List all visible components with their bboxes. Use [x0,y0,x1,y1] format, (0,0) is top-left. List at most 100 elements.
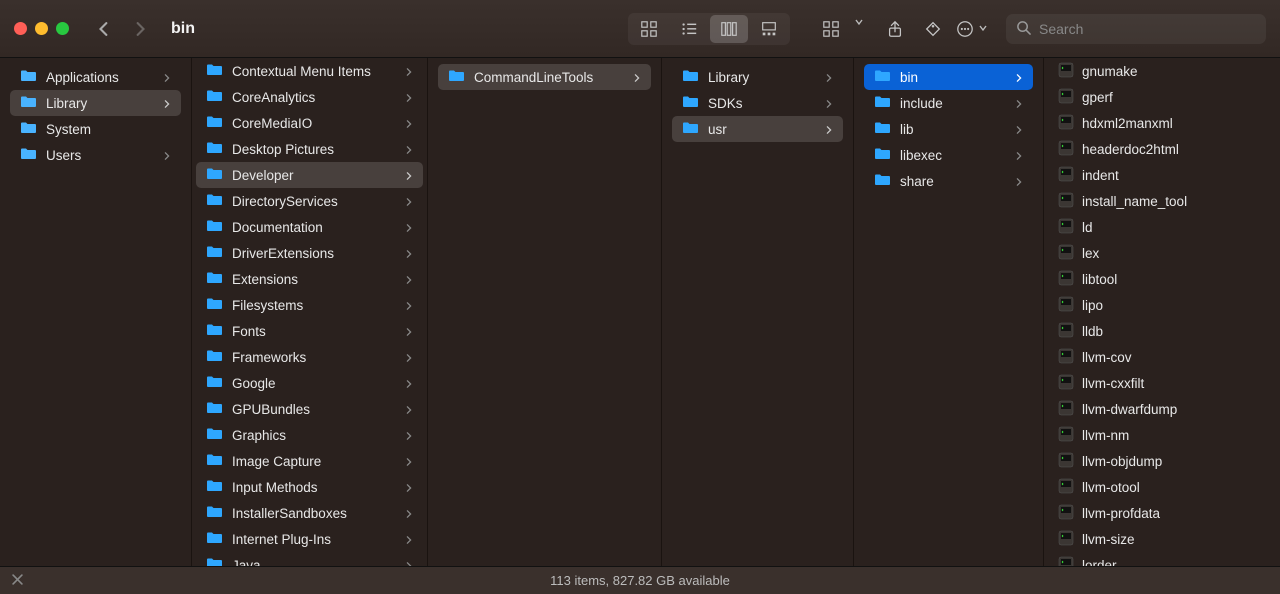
list-item[interactable]: lipo [1048,292,1276,318]
list-item[interactable]: hdxml2manxml [1048,110,1276,136]
exec-icon [1058,244,1074,263]
list-item[interactable]: llvm-otool [1048,474,1276,500]
status-bar: 113 items, 827.82 GB available [0,566,1280,594]
minimize-window-button[interactable] [35,22,48,35]
list-item[interactable]: libexec [864,142,1033,168]
list-item[interactable]: llvm-profdata [1048,500,1276,526]
list-item[interactable]: llvm-cov [1048,344,1276,370]
list-item[interactable]: ld [1048,214,1276,240]
item-label: llvm-profdata [1082,506,1266,521]
item-label: Fonts [232,324,397,339]
folder-icon [682,69,700,86]
sidebar-item[interactable]: Users [10,142,181,168]
forward-button[interactable] [127,16,153,42]
list-item[interactable]: gperf [1048,84,1276,110]
list-item[interactable]: install_name_tool [1048,188,1276,214]
list-item[interactable]: usr [672,116,843,142]
exec-icon [1058,166,1074,185]
list-view-button[interactable] [670,15,708,43]
list-item[interactable]: GPUBundles [196,396,423,422]
item-label: llvm-otool [1082,480,1266,495]
list-item[interactable]: gnumake [1048,58,1276,84]
gallery-view-button[interactable] [750,15,788,43]
column-view-button[interactable] [710,15,748,43]
icon-view-button[interactable] [630,15,668,43]
chevron-right-icon [1015,122,1023,137]
chevron-right-icon [405,324,413,339]
close-window-button[interactable] [14,22,27,35]
sidebar-item[interactable]: System [10,116,181,142]
list-item[interactable]: share [864,168,1033,194]
column-4: binincludeliblibexec share [854,58,1044,566]
list-item[interactable]: CoreMediaIO [196,110,423,136]
list-item[interactable]: Library [672,64,843,90]
list-item[interactable]: Internet Plug-Ins [196,526,423,552]
folder-icon [206,349,224,366]
close-pathbar-button[interactable] [12,573,23,588]
folder-icon [874,69,892,86]
column-browser: Applications Library SystemUsers Contextua… [0,58,1280,566]
list-item[interactable]: Extensions [196,266,423,292]
list-item[interactable]: Fonts [196,318,423,344]
list-item[interactable]: Input Methods [196,474,423,500]
fullscreen-window-button[interactable] [56,22,69,35]
list-item[interactable]: lorder [1048,552,1276,566]
search-field[interactable] [1006,14,1266,44]
list-item[interactable]: llvm-size [1048,526,1276,552]
sidebar-item[interactable]: Applications [10,64,181,90]
list-item[interactable]: lib [864,116,1033,142]
list-item[interactable]: llvm-dwarfdump [1048,396,1276,422]
share-button[interactable] [876,15,914,43]
list-item[interactable]: Image Capture [196,448,423,474]
actions-button[interactable] [952,15,992,43]
list-item[interactable]: llvm-objdump [1048,448,1276,474]
folder-icon [206,505,224,522]
list-item[interactable]: Desktop Pictures [196,136,423,162]
list-item[interactable]: llvm-cxxfilt [1048,370,1276,396]
list-item[interactable]: llvm-nm [1048,422,1276,448]
folder-icon [206,63,224,80]
folder-icon [206,115,224,132]
tags-button[interactable] [914,15,952,43]
chevron-right-icon [405,350,413,365]
item-label: llvm-cxxfilt [1082,376,1266,391]
back-button[interactable] [91,16,117,42]
list-item[interactable]: lex [1048,240,1276,266]
search-input[interactable] [1039,21,1256,37]
item-label: Library [46,96,155,111]
list-item[interactable]: InstallerSandboxes [196,500,423,526]
list-item[interactable]: CoreAnalytics [196,84,423,110]
list-item[interactable]: Google [196,370,423,396]
chevron-right-icon [405,116,413,131]
list-item[interactable]: Documentation [196,214,423,240]
group-by-button[interactable] [810,13,866,45]
list-item[interactable]: SDKs [672,90,843,116]
item-label: Extensions [232,272,397,287]
list-item[interactable]: Filesystems [196,292,423,318]
column-1: Contextual Menu ItemsCoreAnalyticsCoreMe… [192,58,428,566]
list-item[interactable]: libtool [1048,266,1276,292]
folder-icon [206,531,224,548]
list-item[interactable]: DriverExtensions [196,240,423,266]
list-item[interactable]: include [864,90,1033,116]
list-item[interactable]: DirectoryServices [196,188,423,214]
chevron-right-icon [405,64,413,79]
list-item[interactable]: Frameworks [196,344,423,370]
window-title: bin [171,20,195,38]
list-item[interactable]: headerdoc2html [1048,136,1276,162]
item-label: share [900,174,1007,189]
list-item[interactable]: Java [196,552,423,566]
folder-icon [874,147,892,164]
sidebar-item[interactable]: Library [10,90,181,116]
list-item[interactable]: Contextual Menu Items [196,58,423,84]
list-item[interactable]: CommandLineTools [438,64,651,90]
item-label: lex [1082,246,1266,261]
item-label: Graphics [232,428,397,443]
exec-icon [1058,426,1074,445]
list-item[interactable]: indent [1048,162,1276,188]
list-item[interactable]: bin [864,64,1033,90]
list-item[interactable]: Graphics [196,422,423,448]
list-item[interactable]: Developer [196,162,423,188]
list-item[interactable]: lldb [1048,318,1276,344]
item-label: llvm-dwarfdump [1082,402,1266,417]
